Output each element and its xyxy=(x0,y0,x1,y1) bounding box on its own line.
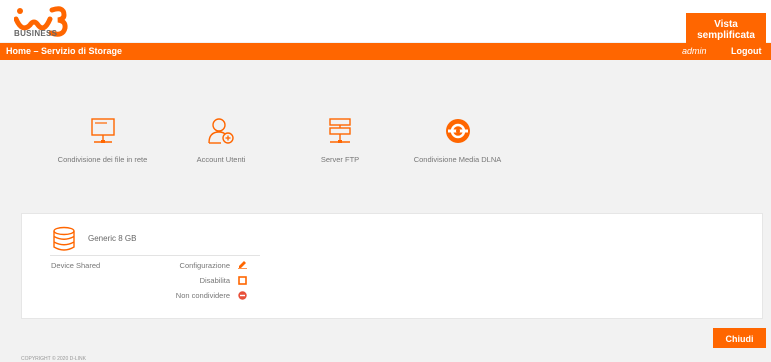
service-ftp-server[interactable]: Server FTP xyxy=(300,117,380,164)
disk-icon xyxy=(53,226,75,251)
logout-link[interactable]: Logout xyxy=(731,46,762,56)
dlna-icon xyxy=(445,119,470,143)
disable-link[interactable]: Disabilita xyxy=(130,276,230,285)
user-name: admin xyxy=(682,46,707,56)
minus-circle-icon[interactable] xyxy=(238,291,247,300)
checkbox-icon[interactable] xyxy=(238,276,247,285)
unshare-link[interactable]: Non condividere xyxy=(130,291,230,300)
service-label: Condivisione dei file in rete xyxy=(57,155,148,164)
nav-bar: Home – Servizio di Storage admin Logout xyxy=(0,43,771,60)
share-status: Device Shared xyxy=(51,261,101,270)
service-label: Account Utenti xyxy=(196,155,246,164)
close-button[interactable]: Chiudi xyxy=(713,328,766,348)
service-label: Condivisione Media DLNA xyxy=(413,155,502,164)
breadcrumb[interactable]: Home – Servizio di Storage xyxy=(6,46,122,56)
user-add-icon xyxy=(208,118,234,144)
service-file-sharing[interactable]: Condivisione dei file in rete xyxy=(45,117,160,164)
service-user-accounts[interactable]: Account Utenti xyxy=(178,117,264,164)
server-icon xyxy=(329,118,351,143)
logo-subtitle: BUSINESS xyxy=(14,29,58,38)
service-dlna[interactable]: Condivisione Media DLNA xyxy=(400,117,515,164)
service-label: Server FTP xyxy=(320,155,360,164)
storage-device-panel: Generic 8 GB Device Shared Configurazion… xyxy=(21,213,763,319)
device-name: Generic 8 GB xyxy=(88,234,137,243)
header-bar: BUSINESS Vista semplificata xyxy=(0,0,771,43)
divider xyxy=(50,255,260,256)
configure-link[interactable]: Configurazione xyxy=(130,261,230,270)
copyright-text: COPYRIGHT © 2020 D-LINK xyxy=(21,356,86,362)
simplified-view-button[interactable]: Vista semplificata xyxy=(686,13,766,43)
pencil-icon[interactable] xyxy=(238,260,247,269)
monitor-share-icon xyxy=(90,118,115,143)
